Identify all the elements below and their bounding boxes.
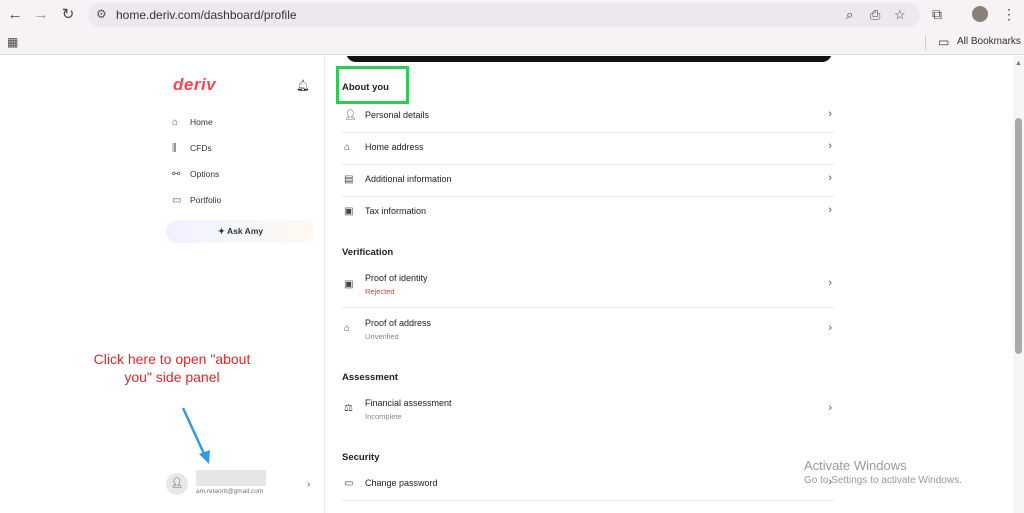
- row-label: Proof of address: [365, 318, 432, 328]
- top-banner-edge: [346, 56, 832, 62]
- ask-amy-label: Ask Amy: [227, 226, 264, 236]
- bookmark-star-icon[interactable]: ☆: [894, 7, 906, 23]
- chevron-right-icon: ›: [307, 479, 311, 490]
- chevron-right-icon: ›: [828, 108, 832, 120]
- deriv-logo[interactable]: deriv: [173, 75, 216, 95]
- row-label: Change password: [365, 478, 438, 488]
- section-title-assessment: Assessment: [342, 372, 398, 383]
- bookmarks-divider: [925, 35, 926, 50]
- extensions-icon[interactable]: ⧉: [932, 6, 942, 23]
- scroll-thumb[interactable]: [1015, 118, 1022, 354]
- assessment-icon: ⚖: [344, 403, 353, 414]
- bell-icon[interactable]: 🔔︎: [296, 79, 310, 92]
- sidebar-item-label: Portfolio: [190, 195, 222, 205]
- user-account-button[interactable]: 👤︎ am.retaorit@gmail.com ›: [166, 470, 316, 500]
- browser-toolbar: ← → ↻ ⚙ home.deriv.com/dashboard/profile…: [0, 0, 1024, 30]
- watermark-subtitle: Go to Settings to activate Windows.: [804, 475, 962, 486]
- row-label: Additional information: [365, 174, 452, 184]
- status-incomplete: Incomplete: [365, 412, 402, 421]
- chart-icon: ⫼: [172, 143, 177, 154]
- section-title-security: Security: [342, 452, 380, 463]
- status-rejected: Rejected: [365, 287, 395, 296]
- back-icon[interactable]: ←: [6, 6, 24, 24]
- annotation-text: Click here to open "about you" side pane…: [93, 351, 251, 385]
- sparkle-icon: ✦: [217, 226, 225, 236]
- user-name-redacted: [196, 470, 266, 486]
- url-text[interactable]: home.deriv.com/dashboard/profile: [116, 8, 297, 22]
- options-icon: ⚯: [172, 169, 181, 180]
- bookmarks-bar: ▦ ▭ All Bookmarks: [0, 30, 1024, 55]
- section-title-verification: Verification: [342, 247, 394, 258]
- ask-amy-button[interactable]: ✦ Ask Amy: [166, 220, 315, 243]
- forward-icon[interactable]: →: [32, 6, 50, 24]
- row-change-password[interactable]: ▭ Change password ›: [342, 469, 834, 501]
- sidebar-item-label: CFDs: [190, 143, 212, 153]
- portfolio-icon: ▭: [172, 195, 182, 206]
- reload-icon[interactable]: ↻: [59, 6, 77, 24]
- home-icon: ⌂: [172, 117, 179, 128]
- row-additional-information[interactable]: ▤ Additional information ›: [342, 165, 834, 197]
- sidebar: deriv 🔔︎ ⌂ Home ⫼ CFDs ⚯ Options ▭ Portf…: [0, 56, 325, 513]
- chevron-right-icon: ›: [828, 140, 832, 152]
- all-bookmarks-link[interactable]: All Bookmarks: [957, 36, 1021, 47]
- row-label: Personal details: [365, 110, 430, 120]
- row-financial-assessment[interactable]: ⚖ Financial assessment Incomplete ›: [342, 388, 834, 432]
- user-avatar-icon: 👤︎: [166, 473, 188, 495]
- row-label: Financial assessment: [365, 398, 452, 408]
- row-personal-details[interactable]: 👤︎ Personal details ›: [342, 100, 834, 133]
- sidebar-item-label: Options: [190, 169, 220, 179]
- windows-activation-watermark: Activate Windows Go to Settings to activ…: [804, 458, 962, 486]
- annotation-arrow: [181, 407, 210, 464]
- address-bar[interactable]: ⚙ home.deriv.com/dashboard/profile ⌕ ⎙ ☆: [88, 3, 920, 27]
- id-card-icon: ▣: [344, 279, 354, 290]
- row-label: Tax information: [365, 206, 427, 216]
- document-icon: ▤: [344, 174, 354, 185]
- chevron-right-icon: ›: [828, 172, 832, 184]
- install-app-icon[interactable]: ⎙: [870, 7, 880, 23]
- row-proof-of-address[interactable]: ⌂ Proof of address Unverified ›: [342, 308, 834, 352]
- section-title-about-you: About you: [342, 82, 389, 93]
- profile-avatar[interactable]: [972, 6, 988, 22]
- scroll-up-icon[interactable]: ▲: [1015, 60, 1022, 67]
- watermark-title: Activate Windows: [804, 458, 907, 473]
- tax-icon: ▣: [344, 206, 354, 217]
- profile-main: About you 👤︎ Personal details › ⌂ Home a…: [326, 56, 1013, 513]
- row-proof-of-identity[interactable]: ▣ Proof of identity Rejected ›: [342, 263, 834, 308]
- site-settings-icon[interactable]: ⚙: [96, 7, 107, 21]
- row-tax-information[interactable]: ▣ Tax information ›: [342, 197, 834, 229]
- user-email: am.retaorit@gmail.com: [196, 488, 264, 495]
- row-label: Proof of identity: [365, 273, 428, 283]
- row-label: Home address: [365, 142, 424, 152]
- status-unverified: Unverified: [365, 332, 399, 341]
- home-icon: ⌂: [344, 142, 351, 153]
- chevron-right-icon: ›: [828, 402, 832, 414]
- apps-grid-icon[interactable]: ▦: [7, 35, 18, 49]
- zoom-icon[interactable]: ⌕: [846, 7, 853, 23]
- house-check-icon: ⌂: [344, 323, 351, 334]
- row-home-address[interactable]: ⌂ Home address ›: [342, 133, 834, 165]
- page-scrollbar[interactable]: ▲: [1013, 56, 1024, 513]
- chevron-right-icon: ›: [828, 204, 832, 216]
- chevron-right-icon: ›: [828, 322, 832, 334]
- sidebar-item-label: Home: [190, 117, 213, 127]
- menu-icon[interactable]: ⋮: [1002, 6, 1016, 23]
- password-icon: ▭: [344, 478, 354, 489]
- folder-icon: ▭: [938, 35, 950, 49]
- chevron-right-icon: ›: [828, 277, 832, 289]
- user-icon: 👤︎: [344, 110, 357, 121]
